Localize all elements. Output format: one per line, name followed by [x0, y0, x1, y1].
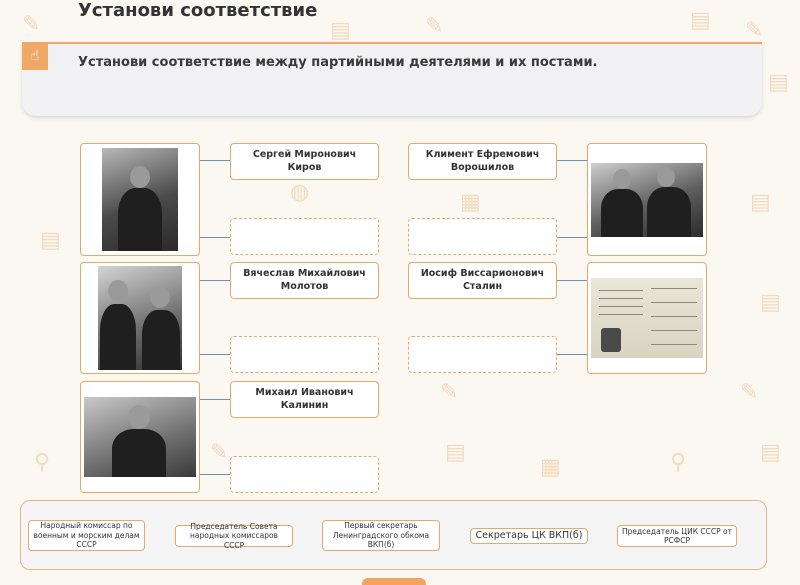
connector-line — [557, 160, 587, 161]
task-instruction: Установи соответствие между партийными д… — [78, 55, 598, 70]
photo-figure — [657, 166, 675, 187]
connector-line — [200, 354, 230, 355]
photo-figure — [142, 310, 180, 370]
photo-figure — [128, 405, 150, 429]
photo-figure — [601, 188, 643, 237]
connector-line — [557, 354, 587, 355]
task-card: ☝ Установи соответствие между партийными… — [22, 42, 762, 116]
location-pin-doodle-icon: ⚲ — [34, 450, 51, 475]
portrait-photo — [98, 266, 182, 370]
option-chip-cc-secretary[interactable]: Секретарь ЦК ВКП(б) — [470, 528, 588, 544]
portrait-photo — [591, 162, 703, 237]
photo-figure — [118, 188, 162, 251]
party-card-photo — [591, 278, 703, 358]
drop-slot-stalin[interactable] — [408, 336, 557, 373]
photo-figure — [647, 186, 691, 237]
option-chip-leningrad-secretary[interactable]: Первый секретарь Ленинградского обкома В… — [322, 520, 440, 551]
connector-line — [200, 160, 230, 161]
options-panel: Народный комиссар по военным и морским д… — [20, 500, 767, 570]
photo-figure — [150, 286, 170, 308]
drop-slot-voroshilov[interactable] — [408, 218, 557, 255]
check-button[interactable] — [362, 578, 426, 585]
document-line — [599, 314, 643, 315]
photo-figure — [601, 328, 621, 352]
name-voroshilov: Климент Ефремович Ворошилов — [408, 143, 557, 180]
connector-line — [200, 280, 230, 281]
photo-figure — [130, 166, 150, 188]
book-doodle-icon: ▤ — [750, 190, 771, 215]
document-line — [651, 288, 697, 289]
option-chip-military-commissar[interactable]: Народный комиссар по военным и морским д… — [28, 520, 145, 551]
photo-card-kalinin — [80, 381, 200, 493]
photo-card-voroshilov — [587, 143, 707, 256]
book-doodle-icon: ▤ — [760, 440, 781, 465]
connector-line — [557, 280, 587, 281]
globe-doodle-icon: ◍ — [290, 180, 310, 205]
connector-line — [200, 237, 230, 238]
document-line — [599, 290, 643, 291]
pencil-doodle-icon: ✎ — [440, 380, 459, 405]
book-doodle-icon: ▤ — [40, 228, 61, 253]
photo-card-molotov — [80, 262, 200, 374]
book-doodle-icon: ▤ — [690, 8, 711, 33]
name-molotov: Вячеслав Михайлович Молотов — [230, 262, 379, 299]
pencil-doodle-icon: ✎ — [745, 18, 764, 43]
document-line — [599, 298, 643, 299]
book-doodle-icon: ▤ — [760, 290, 781, 315]
photo-card-stalin — [587, 262, 707, 374]
calculator-doodle-icon: ▦ — [460, 190, 481, 215]
pointer-hand-icon: ☝ — [22, 44, 48, 70]
document-line — [651, 302, 697, 303]
pencil-doodle-icon: ✎ — [210, 440, 229, 465]
pencil-doodle-icon: ✎ — [740, 380, 759, 405]
name-kalinin: Михаил Иванович Калинин — [230, 381, 379, 418]
pencil-doodle-icon: ✎ — [425, 14, 444, 39]
book-doodle-icon: ▤ — [330, 18, 351, 43]
calculator-doodle-icon: ▦ — [540, 455, 561, 480]
document-line — [651, 330, 697, 331]
name-stalin: Иосиф Виссарионович Сталин — [408, 262, 557, 299]
drop-slot-molotov[interactable] — [230, 336, 379, 373]
location-pin-doodle-icon: ⚲ — [670, 450, 687, 475]
drop-slot-kirov[interactable] — [230, 218, 379, 255]
photo-figure — [100, 304, 136, 370]
photo-figure — [108, 280, 128, 302]
name-kirov: Сергей Миронович Киров — [230, 143, 379, 180]
document-line — [651, 316, 697, 317]
page-title: Установи соответствие — [78, 0, 318, 21]
photo-card-kirov — [80, 143, 200, 256]
connector-line — [200, 399, 230, 400]
drop-slot-kalinin[interactable] — [230, 456, 379, 493]
book-doodle-icon: ▤ — [445, 440, 466, 465]
photo-figure — [613, 168, 631, 189]
portrait-photo — [102, 148, 178, 251]
option-chip-cec-chairman[interactable]: Председатель ЦИК СССР от РСФСР — [617, 525, 737, 547]
connector-line — [557, 237, 587, 238]
portrait-photo — [84, 397, 196, 477]
document-line — [599, 306, 643, 307]
option-chip-sovnarkom-chairman[interactable]: Председатель Совета народных комиссаров … — [175, 522, 293, 550]
book-doodle-icon: ▤ — [768, 70, 789, 95]
connector-line — [200, 474, 230, 475]
pencil-doodle-icon: ✎ — [22, 12, 41, 37]
document-line — [651, 344, 697, 345]
photo-figure — [112, 429, 166, 477]
